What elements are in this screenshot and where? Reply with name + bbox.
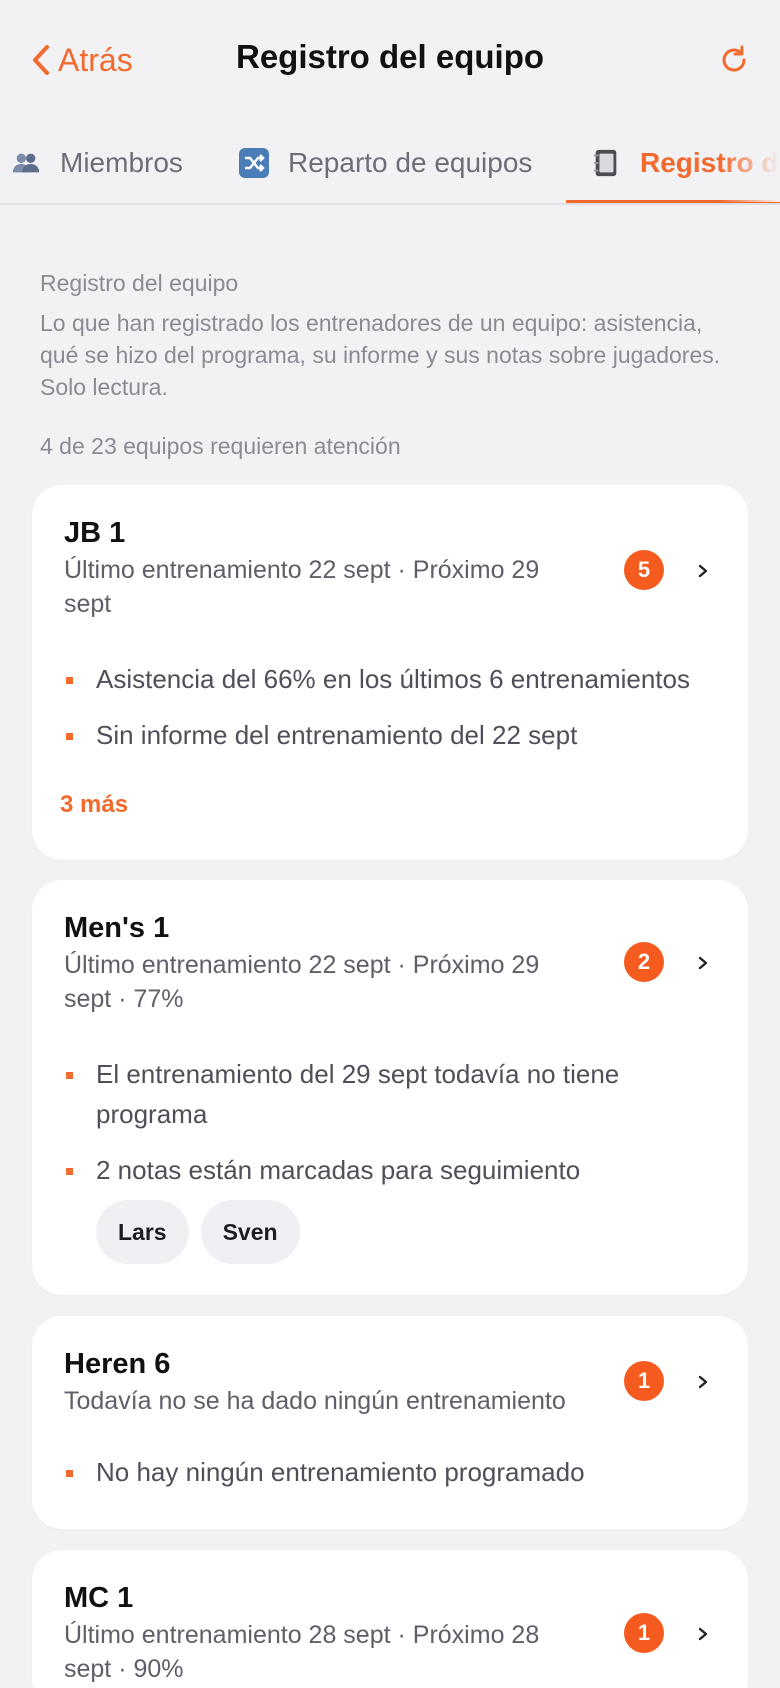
issue-item: No hay ningún entrenamiento programado	[64, 1452, 714, 1492]
issue-count-badge: 1	[624, 1361, 664, 1401]
player-chip[interactable]: Lars	[96, 1200, 189, 1264]
issue-item: El entrenamiento del 29 sept todavía no …	[64, 1054, 714, 1134]
chevron-right-icon	[698, 1375, 708, 1389]
player-chips: Lars Sven	[96, 1200, 300, 1264]
page-title: Registro del equipo	[235, 38, 545, 75]
team-schedule: Todavía no se ha dado ningún entrenamien…	[64, 1387, 566, 1415]
chevron-right-icon	[698, 564, 708, 578]
team-name: Heren 6	[64, 1348, 171, 1380]
refresh-icon[interactable]	[718, 44, 750, 76]
tab-miembros[interactable]: Miembros	[10, 140, 183, 186]
team-name: JB 1	[64, 517, 126, 549]
team-name: MC 1	[64, 1582, 134, 1614]
shuffle-icon	[238, 147, 270, 179]
section-title: Registro del equipo	[40, 270, 239, 296]
tab-fade	[720, 122, 780, 202]
show-more-link[interactable]: 3 más	[60, 791, 128, 819]
issue-item: Asistencia del 66% en los últimos 6 entr…	[64, 659, 714, 699]
issue-item: 2 notas están marcadas para seguimiento	[64, 1150, 714, 1190]
team-card[interactable]: Men's 1 Último entrenamiento 22 sept · P…	[32, 880, 748, 1295]
chevron-right-icon	[698, 1627, 708, 1641]
player-chip[interactable]: Sven	[200, 1200, 300, 1264]
tab-bar: Miembros Reparto de equipos Registro de	[0, 122, 780, 205]
team-card[interactable]: Heren 6 Todavía no se ha dado ningún ent…	[32, 1316, 748, 1529]
issue-count-badge: 2	[624, 942, 664, 982]
section-description: Lo que han registrado los entrenadores d…	[40, 310, 721, 400]
issue-list: El entrenamiento del 29 sept todavía no …	[64, 1054, 714, 1206]
chevron-right-icon	[698, 956, 708, 970]
team-card[interactable]: JB 1 Último entrenamiento 22 sept · Próx…	[32, 485, 748, 860]
intro-section: Registro del equipo Lo que han registrad…	[40, 270, 740, 403]
issue-item: Sin informe del entrenamiento del 22 sep…	[64, 715, 714, 755]
issue-count-badge: 5	[624, 550, 664, 590]
team-name: Men's 1	[64, 912, 170, 944]
tab-label: Reparto de equipos	[288, 147, 533, 178]
team-schedule: Último entrenamiento 22 sept · Próximo 2…	[64, 951, 540, 1013]
team-card[interactable]: MC 1 Último entrenamiento 28 sept · Próx…	[32, 1550, 748, 1688]
tab-label: Miembros	[60, 147, 183, 178]
tab-reparto[interactable]: Reparto de equipos	[238, 140, 532, 186]
team-schedule: Último entrenamiento 28 sept · Próximo 2…	[64, 1621, 540, 1683]
issue-count-badge: 1	[624, 1613, 664, 1653]
navigation-bar: Atrás Registro del equipo	[0, 0, 780, 122]
attention-count: 4 de 23 equipos requieren atención	[40, 433, 401, 459]
issue-list: No hay ningún entrenamiento programado	[64, 1452, 714, 1508]
team-schedule: Último entrenamiento 22 sept · Próximo 2…	[64, 556, 540, 618]
issue-list: Asistencia del 66% en los últimos 6 entr…	[64, 659, 714, 771]
people-icon	[10, 147, 42, 179]
notebook-icon	[590, 147, 622, 179]
